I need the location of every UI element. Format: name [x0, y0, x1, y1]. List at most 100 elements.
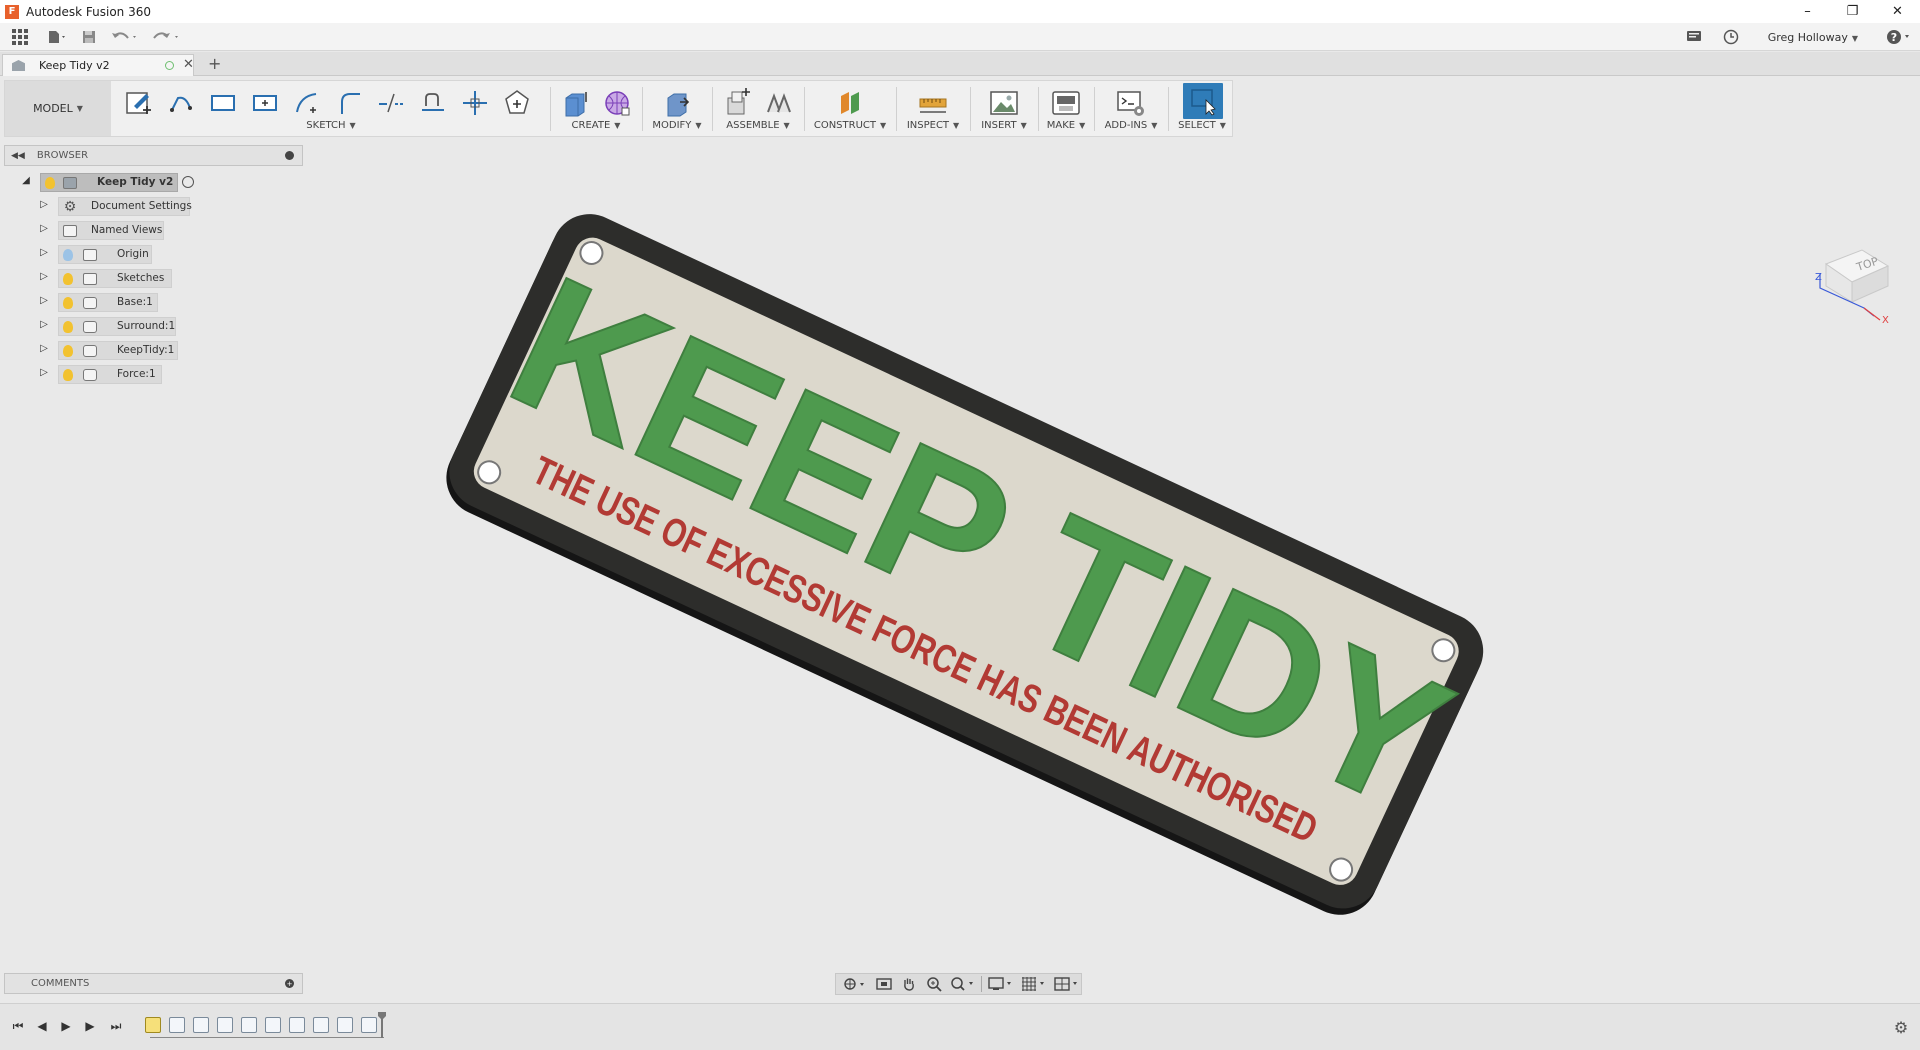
new-component-icon[interactable]	[721, 87, 753, 119]
pan-hand-icon[interactable]	[898, 976, 919, 992]
expand-icon[interactable]: ▷	[38, 319, 50, 330]
rectangle-icon[interactable]	[207, 87, 239, 119]
assemble-menu[interactable]: ASSEMBLE ▼	[715, 120, 801, 131]
timeline-feature[interactable]	[193, 1017, 209, 1033]
user-account-menu[interactable]: Greg Holloway ▼	[1768, 31, 1858, 44]
tree-root[interactable]: ◢ Keep Tidy v2	[0, 173, 230, 192]
step-forward-icon[interactable]: ▶	[82, 1018, 98, 1034]
timeline-sketch-feature[interactable]	[145, 1017, 161, 1033]
project-include-icon[interactable]	[459, 87, 491, 119]
close-window-button[interactable]: ✕	[1875, 0, 1920, 23]
extrude-icon[interactable]	[559, 87, 591, 119]
timeline-feature[interactable]	[337, 1017, 353, 1033]
document-tab[interactable]: Keep Tidy v2 ✕	[2, 54, 194, 76]
data-panel-grid-icon[interactable]	[0, 25, 40, 49]
visibility-bulb-icon[interactable]	[63, 296, 73, 309]
collapse-root-icon[interactable]: ◢	[20, 175, 32, 186]
timeline-feature[interactable]	[217, 1017, 233, 1033]
grid-snaps-icon[interactable]	[1019, 976, 1048, 992]
3d-viewport[interactable]: KEEP TIDY THE USE OF EXCESSIVE FORCE HAS…	[0, 140, 1920, 970]
offset-plane-icon[interactable]	[834, 87, 866, 119]
fillet-icon[interactable]	[333, 87, 365, 119]
orbit-icon[interactable]	[842, 976, 869, 992]
go-to-start-icon[interactable]: ⏮	[10, 1018, 26, 1034]
workspace-switcher[interactable]: MODEL ▼	[5, 81, 111, 136]
job-status-icon[interactable]	[1674, 25, 1714, 49]
create-sketch-icon[interactable]	[123, 87, 155, 119]
timeline-feature[interactable]	[169, 1017, 185, 1033]
view-cube[interactable]: TOP Z X	[1812, 236, 1892, 326]
expand-icon[interactable]: ▷	[38, 271, 50, 282]
sketch-dimension-icon[interactable]	[501, 87, 533, 119]
timeline-feature[interactable]	[289, 1017, 305, 1033]
insert-menu[interactable]: INSERT ▼	[973, 120, 1035, 131]
step-back-icon[interactable]: ◀	[34, 1018, 50, 1034]
close-tab-button[interactable]: ✕	[183, 57, 194, 72]
restore-button[interactable]: ❐	[1830, 0, 1875, 23]
play-icon[interactable]: ▶	[58, 1018, 74, 1034]
comments-panel-header[interactable]: COMMENTS +	[4, 973, 303, 994]
make-menu[interactable]: MAKE ▼	[1041, 120, 1091, 131]
timeline-feature[interactable]	[361, 1017, 377, 1033]
go-to-end-icon[interactable]: ⏭	[108, 1018, 124, 1034]
line-icon[interactable]	[165, 87, 197, 119]
add-ins-menu[interactable]: ADD-INS ▼	[1097, 120, 1165, 131]
inspect-menu[interactable]: INSPECT ▼	[899, 120, 967, 131]
press-pull-icon[interactable]	[661, 87, 693, 119]
visibility-bulb-icon[interactable]	[63, 368, 73, 381]
construct-menu[interactable]: CONSTRUCT ▼	[807, 120, 893, 131]
visibility-bulb-icon[interactable]	[63, 344, 73, 357]
expand-icon[interactable]: ▷	[38, 199, 50, 210]
joint-icon[interactable]	[763, 87, 795, 119]
add-comment-icon[interactable]: +	[285, 979, 294, 988]
visibility-bulb-icon[interactable]	[63, 248, 73, 261]
create-menu[interactable]: CREATE ▼	[553, 120, 639, 131]
tree-item-sketches[interactable]: ▷ Sketches	[0, 269, 200, 288]
offset-icon[interactable]	[417, 87, 449, 119]
visibility-bulb-icon[interactable]	[63, 320, 73, 333]
save-icon[interactable]	[74, 25, 104, 49]
tree-item-origin[interactable]: ▷ Origin	[0, 245, 200, 264]
timeline-feature[interactable]	[313, 1017, 329, 1033]
create-form-icon[interactable]	[601, 87, 633, 119]
help-icon[interactable]: ?	[1880, 25, 1920, 49]
tree-item-keeptidy[interactable]: ▷ KeepTidy:1	[0, 341, 200, 360]
sign-model[interactable]: KEEP TIDY THE USE OF EXCESSIVE FORCE HAS…	[0, 140, 1920, 970]
select-menu[interactable]: SELECT ▼	[1171, 120, 1233, 131]
trim-icon[interactable]	[375, 87, 407, 119]
insert-image-icon[interactable]	[988, 87, 1020, 119]
tree-item-named-views[interactable]: ▷ Named Views	[0, 221, 200, 240]
visibility-bulb-icon[interactable]	[45, 176, 55, 189]
measure-icon[interactable]	[917, 87, 949, 119]
timeline-feature[interactable]	[241, 1017, 257, 1033]
visibility-bulb-icon[interactable]	[63, 272, 73, 285]
viewports-icon[interactable]	[1052, 976, 1081, 992]
look-at-icon[interactable]	[873, 976, 894, 992]
timeline-settings-gear-icon[interactable]: ⚙	[1892, 1018, 1910, 1037]
display-settings-icon[interactable]	[986, 976, 1015, 992]
zoom-icon[interactable]	[923, 976, 944, 992]
modify-menu[interactable]: MODIFY ▼	[645, 120, 709, 131]
center-rectangle-icon[interactable]	[249, 87, 281, 119]
timeline-marker[interactable]	[378, 1012, 386, 1038]
expand-icon[interactable]: ▷	[38, 343, 50, 354]
sketch-menu[interactable]: SKETCH ▼	[115, 120, 547, 131]
3d-print-icon[interactable]	[1050, 87, 1082, 119]
expand-icon[interactable]: ▷	[38, 247, 50, 258]
new-tab-button[interactable]: +	[208, 54, 221, 73]
expand-icon[interactable]: ▷	[38, 295, 50, 306]
file-menu-icon[interactable]	[40, 25, 74, 49]
collapse-browser-icon[interactable]: ◀◀	[11, 151, 25, 161]
undo-icon[interactable]	[104, 25, 146, 49]
browser-pin-icon[interactable]	[285, 151, 294, 160]
arc-icon[interactable]	[291, 87, 323, 119]
activate-component-icon[interactable]	[182, 176, 194, 188]
redo-icon[interactable]	[146, 25, 188, 49]
history-clock-icon[interactable]	[1714, 25, 1748, 49]
expand-icon[interactable]: ▷	[38, 223, 50, 234]
tree-item-document-settings[interactable]: ▷ ⚙ Document Settings	[0, 197, 200, 216]
expand-icon[interactable]: ▷	[38, 367, 50, 378]
minimize-button[interactable]: –	[1785, 0, 1830, 23]
scripts-addins-icon[interactable]	[1115, 87, 1147, 119]
select-icon[interactable]	[1183, 83, 1223, 119]
